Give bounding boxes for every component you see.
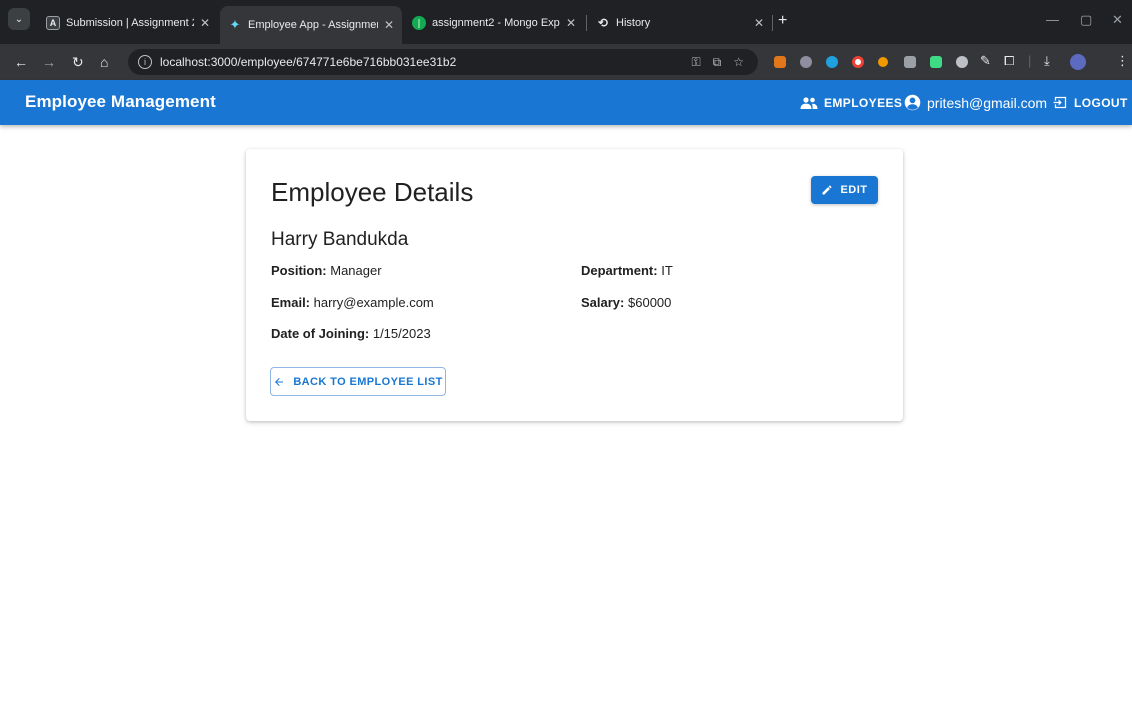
green-extension-icon[interactable] xyxy=(930,56,942,68)
toolbar-divider: | xyxy=(1028,53,1032,68)
employees-nav-label: EMPLOYEES xyxy=(824,95,903,110)
position-field: Position: Manager xyxy=(271,263,382,278)
arrow-back-icon xyxy=(275,377,284,386)
tab-separator xyxy=(586,15,587,31)
home-icon[interactable]: ⌂ xyxy=(100,53,108,71)
app-brand-title[interactable]: Employee Management xyxy=(25,92,216,112)
logout-button[interactable]: LOGOUT xyxy=(1053,80,1128,125)
tab-separator xyxy=(772,15,773,31)
tab-favicon-a: A xyxy=(46,16,60,30)
position-label: Position: xyxy=(271,263,327,278)
install-app-icon[interactable]: ⧉ xyxy=(713,55,722,70)
record-extension-icon[interactable] xyxy=(852,56,864,68)
email-field: Email: harry@example.com xyxy=(271,295,434,310)
address-bar[interactable]: i localhost:3000/employee/674771e6be716b… xyxy=(128,49,758,75)
reload-icon[interactable]: ↻ xyxy=(72,53,84,71)
close-icon[interactable]: ✕ xyxy=(754,16,764,30)
download-icon[interactable]: ⤓ xyxy=(1044,53,1050,69)
browser-menu-icon[interactable]: ⋮ xyxy=(1116,53,1129,69)
back-label: BACK TO EMPLOYEE LIST xyxy=(293,375,443,388)
user-account-button[interactable]: pritesh@gmail.com xyxy=(904,80,1047,125)
tab-title: assignment2 - Mongo Express xyxy=(432,17,560,29)
account-circle-icon xyxy=(904,94,921,111)
close-icon[interactable]: ✕ xyxy=(566,16,576,30)
employee-name: Harry Bandukda xyxy=(271,229,409,250)
back-arrow-icon[interactable]: ← xyxy=(14,53,28,71)
employees-nav-button[interactable]: EMPLOYEES xyxy=(800,80,902,125)
edit-button[interactable]: EDIT xyxy=(811,176,878,204)
tab-title: Employee App - Assignment 2 xyxy=(248,19,378,31)
close-icon[interactable]: ✕ xyxy=(200,16,210,30)
extensions-puzzle-icon[interactable]: ⧠ xyxy=(1004,53,1014,69)
date-of-joining-value: 1/15/2023 xyxy=(372,326,431,341)
email-label: Email: xyxy=(271,295,311,310)
department-field: Department: IT xyxy=(581,263,673,278)
tab-title: History xyxy=(616,17,651,29)
history-icon: ⟲ xyxy=(597,16,609,30)
salary-value: $60000 xyxy=(628,295,672,310)
blue-extension-icon[interactable] xyxy=(826,56,838,68)
mongo-leaf-icon: ❘ xyxy=(412,16,426,30)
site-info-icon[interactable]: i xyxy=(138,55,152,69)
spark-extension-icon[interactable] xyxy=(878,57,888,67)
shield-extension-icon[interactable] xyxy=(800,56,812,68)
department-value: IT xyxy=(661,263,673,278)
date-of-joining-field: Date of Joining: 1/15/2023 xyxy=(271,326,431,341)
employee-details-card: Employee Details EDIT Harry Bandukda Pos… xyxy=(246,149,903,421)
logout-label: LOGOUT xyxy=(1074,95,1128,110)
bookmark-star-icon[interactable]: ☆ xyxy=(733,55,744,70)
edit-label: EDIT xyxy=(840,184,868,196)
close-icon[interactable]: ✕ xyxy=(384,18,394,32)
salary-field: Salary: $60000 xyxy=(581,295,671,310)
tab-employee-app[interactable]: ✦ Employee App - Assignment 2 ✕ xyxy=(220,6,402,44)
logout-icon xyxy=(1053,96,1067,109)
metamask-extension-icon[interactable] xyxy=(774,56,786,68)
tab-search-chevron-icon[interactable]: ⌄ xyxy=(8,8,30,30)
email-value: harry@example.com xyxy=(313,295,434,310)
forward-arrow-icon[interactable]: → xyxy=(42,53,56,71)
tab-title: Submission | Assignment 2 xyxy=(66,17,194,29)
omnibox-actions: ⚿ ⧉ ☆ xyxy=(692,55,744,70)
back-to-employee-list-button[interactable]: BACK TO EMPLOYEE LIST xyxy=(270,367,446,396)
page-title: Employee Details xyxy=(271,177,474,207)
people-icon xyxy=(800,96,818,109)
window-close-icon[interactable]: ✕ xyxy=(1112,12,1123,28)
user-email: pritesh@gmail.com xyxy=(927,94,1048,111)
salary-label: Salary: xyxy=(581,295,625,310)
browser-tabstrip: ⌄ A Submission | Assignment 2 ✕ ✦ Employ… xyxy=(0,0,1132,44)
date-of-joining-label: Date of Joining: xyxy=(271,326,370,341)
tab-mongo-express[interactable]: ❘ assignment2 - Mongo Express ✕ xyxy=(404,8,584,38)
new-tab-icon[interactable]: + xyxy=(778,12,787,30)
minimize-icon[interactable]: — xyxy=(1046,12,1059,27)
department-label: Department: xyxy=(581,263,658,278)
camera-extension-icon[interactable] xyxy=(956,56,968,68)
position-value: Manager xyxy=(330,263,382,278)
app-bar: Employee Management EMPLOYEES pritesh@gm… xyxy=(0,80,1132,125)
tab-submission[interactable]: A Submission | Assignment 2 ✕ xyxy=(38,8,218,38)
react-icon: ✦ xyxy=(229,17,241,32)
eyedropper-icon[interactable]: ✎ xyxy=(980,53,991,69)
browser-toolbar: ← → ↻ ⌂ i localhost:3000/employee/674771… xyxy=(0,44,1132,80)
key-icon[interactable]: ⚿ xyxy=(692,55,701,70)
pencil-icon xyxy=(822,185,832,195)
maximize-icon[interactable]: ▢ xyxy=(1080,12,1092,28)
tab-history[interactable]: ⟲ History ✕ xyxy=(588,8,772,38)
url-text: localhost:3000/employee/674771e6be716bb0… xyxy=(160,55,457,69)
profile-avatar-icon[interactable] xyxy=(1070,54,1086,70)
grey-extension-icon[interactable] xyxy=(904,56,916,68)
